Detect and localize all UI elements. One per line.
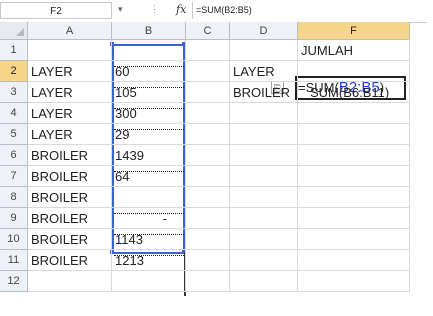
cell-f10[interactable] bbox=[298, 229, 410, 250]
cell-b2[interactable]: 60 bbox=[112, 61, 186, 82]
cell-f4[interactable] bbox=[298, 103, 410, 124]
cell-f1[interactable]: JUMLAH bbox=[298, 40, 410, 61]
column-header-f[interactable]: F bbox=[298, 22, 410, 40]
cell-a7[interactable]: BROILER bbox=[28, 166, 112, 187]
cell-f7[interactable] bbox=[298, 166, 410, 187]
row-header-4[interactable]: 4 bbox=[0, 103, 28, 124]
cell-c5[interactable] bbox=[186, 124, 230, 145]
cell-f9[interactable] bbox=[298, 208, 410, 229]
cell-a2[interactable]: LAYER bbox=[28, 61, 112, 82]
cell-c2[interactable] bbox=[186, 61, 230, 82]
row-header-5[interactable]: 5 bbox=[0, 124, 28, 145]
cell-a3[interactable]: LAYER bbox=[28, 82, 112, 103]
cell-a4[interactable]: LAYER bbox=[28, 103, 112, 124]
name-box[interactable]: F2 bbox=[0, 2, 112, 19]
cell-c4[interactable] bbox=[186, 103, 230, 124]
column-header-d[interactable]: D bbox=[230, 22, 298, 40]
cell-b1[interactable] bbox=[112, 40, 186, 61]
cell-d10[interactable] bbox=[230, 229, 298, 250]
cell-f6[interactable] bbox=[298, 145, 410, 166]
cell-d3[interactable]: BROILER bbox=[230, 82, 298, 103]
cell-d8[interactable] bbox=[230, 187, 298, 208]
cell-b6[interactable]: 1439 bbox=[112, 145, 186, 166]
formula-divider bbox=[192, 2, 193, 19]
cell-f8[interactable] bbox=[298, 187, 410, 208]
cell-c10[interactable] bbox=[186, 229, 230, 250]
cell-c8[interactable] bbox=[186, 187, 230, 208]
row-header-10[interactable]: 10 bbox=[0, 229, 28, 250]
cell-b5[interactable]: 29 bbox=[112, 124, 186, 145]
cell-d4[interactable] bbox=[230, 103, 298, 124]
row-header-1[interactable]: 1 bbox=[0, 40, 28, 61]
cell-a11[interactable]: BROILER bbox=[28, 250, 112, 271]
cell-b8[interactable] bbox=[112, 187, 186, 208]
formula-bar: F2 ▾ ⋮ fx =SUM(B2:B5) bbox=[0, 0, 433, 23]
cell-f5[interactable] bbox=[298, 124, 410, 145]
column-header-b[interactable]: B bbox=[112, 22, 186, 40]
window-edge bbox=[427, 22, 433, 316]
row-header-8[interactable]: 8 bbox=[0, 187, 28, 208]
row-header-2[interactable]: 2 bbox=[0, 61, 28, 82]
cell-a5[interactable]: LAYER bbox=[28, 124, 112, 145]
cell-d6[interactable] bbox=[230, 145, 298, 166]
cell-c3[interactable] bbox=[186, 82, 230, 103]
cell-d11[interactable] bbox=[230, 250, 298, 271]
select-all-triangle-icon bbox=[16, 28, 24, 36]
cell-b9[interactable]: - bbox=[112, 208, 186, 229]
row-header-7[interactable]: 7 bbox=[0, 166, 28, 187]
select-all-corner[interactable] bbox=[0, 22, 28, 40]
row-header-6[interactable]: 6 bbox=[0, 145, 28, 166]
cell-d5[interactable] bbox=[230, 124, 298, 145]
cell-b4[interactable]: 300 bbox=[112, 103, 186, 124]
insert-function-icon[interactable]: fx bbox=[176, 3, 186, 16]
separator-dots-icon: ⋮ bbox=[150, 4, 159, 14]
cell-c11[interactable] bbox=[186, 250, 230, 271]
formula-input[interactable]: =SUM(B2:B5) bbox=[196, 2, 426, 19]
cell-a10[interactable]: BROILER bbox=[28, 229, 112, 250]
chevron-down-icon[interactable]: ▾ bbox=[118, 4, 123, 15]
cell-b10[interactable]: 1143 bbox=[112, 229, 186, 250]
cell-f3[interactable]: SUM(B6:B11) bbox=[298, 82, 410, 103]
cell-c6[interactable] bbox=[186, 145, 230, 166]
cell-a6[interactable]: BROILER bbox=[28, 145, 112, 166]
row-header-12[interactable]: 12 bbox=[0, 271, 28, 292]
cell-d9[interactable] bbox=[230, 208, 298, 229]
cell-a9[interactable]: BROILER bbox=[28, 208, 112, 229]
cell-f2[interactable] bbox=[298, 61, 410, 82]
cell-b12[interactable] bbox=[112, 271, 186, 292]
cell-d12[interactable] bbox=[230, 271, 298, 292]
row-header-9[interactable]: 9 bbox=[0, 208, 28, 229]
cell-f11[interactable] bbox=[298, 250, 410, 271]
cell-c7[interactable] bbox=[186, 166, 230, 187]
row-header-3[interactable]: 3 bbox=[0, 82, 28, 103]
cell-b11[interactable]: 1213 bbox=[112, 250, 186, 271]
cell-b3[interactable]: 105 bbox=[112, 82, 186, 103]
column-header-a[interactable]: A bbox=[28, 22, 112, 40]
cell-c1[interactable] bbox=[186, 40, 230, 61]
cell-c12[interactable] bbox=[186, 271, 230, 292]
cell-d7[interactable] bbox=[230, 166, 298, 187]
cell-a8[interactable]: BROILER bbox=[28, 187, 112, 208]
cell-a1[interactable] bbox=[28, 40, 112, 61]
cell-f12[interactable] bbox=[298, 271, 410, 292]
cell-d2[interactable]: LAYER bbox=[230, 61, 298, 82]
cell-d1[interactable] bbox=[230, 40, 298, 61]
cell-c9[interactable] bbox=[186, 208, 230, 229]
row-header-11[interactable]: 11 bbox=[0, 250, 28, 271]
column-header-c[interactable]: C bbox=[186, 22, 230, 40]
cell-b7[interactable]: 64 bbox=[112, 166, 186, 187]
cell-a12[interactable] bbox=[28, 271, 112, 292]
